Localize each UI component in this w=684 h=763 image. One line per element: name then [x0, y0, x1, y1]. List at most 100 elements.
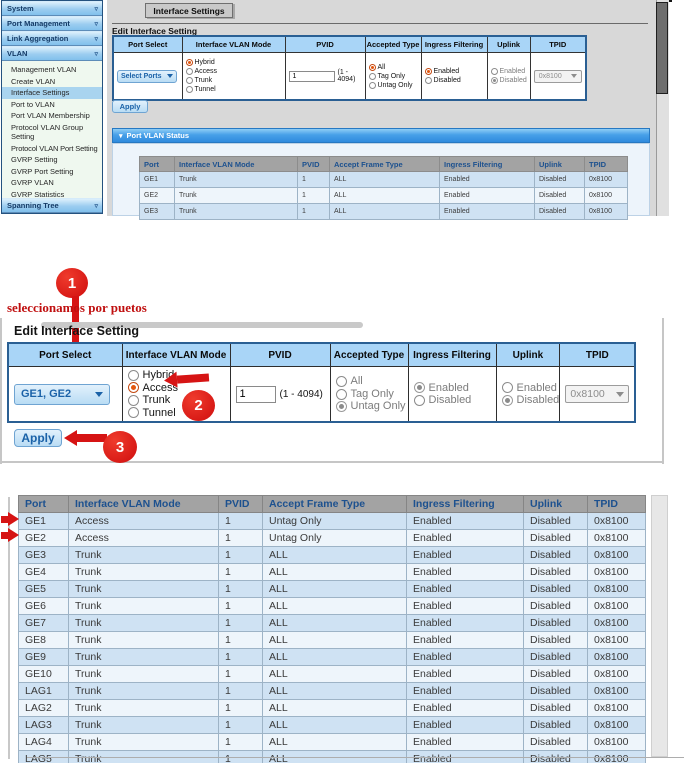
table-cell: Enabled	[407, 666, 524, 683]
scrollbar-thumb[interactable]	[656, 2, 668, 94]
table-cell: LAG4	[19, 734, 69, 751]
screenshot-canvas: System ▿ Port Management ▿ Link Aggregat…	[0, 0, 684, 763]
apply-button[interactable]: Apply	[112, 100, 148, 113]
sidebar-group-label: Link Aggregation	[7, 34, 68, 43]
radio-ingress-enabled[interactable]: Enabled	[425, 67, 484, 76]
arrow-left-to-access	[163, 369, 209, 388]
sidebar-item-gvrp-setting[interactable]: GVRP Setting	[2, 154, 102, 166]
ingress-filtering-cell: Enabled Disabled	[421, 53, 487, 101]
chevron-down-icon: ▿	[94, 202, 98, 210]
column-header: Ingress Filtering	[440, 157, 535, 172]
status-table: Port Interface VLAN Mode PVID Accept Fra…	[139, 156, 628, 220]
form-body-row: Select Ports Hybrid Access Trunk Tunnel …	[113, 53, 586, 101]
table-row: LAG1Trunk1ALLEnabledDisabled0x8100	[19, 683, 646, 700]
sidebar-group-link-aggregation[interactable]: Link Aggregation ▿	[2, 31, 102, 46]
port-vlan-status-bar[interactable]: ▾ Port VLAN Status	[112, 128, 650, 143]
scrollbar-track[interactable]	[651, 495, 668, 757]
step-1-badge: 1	[56, 268, 88, 298]
radio-uplink-enabled[interactable]: Enabled	[502, 382, 560, 395]
accepted-type-cell: All Tag Only Untag Only	[365, 53, 421, 101]
radio-access[interactable]: Access	[186, 67, 282, 76]
table-cell: ALL	[263, 683, 407, 700]
sidebar-group-vlan[interactable]: VLAN ▿	[2, 46, 102, 61]
column-header: Interface VLAN Mode	[69, 496, 219, 513]
arrow-right-icon	[8, 528, 19, 542]
form-header-row: Port Select Interface VLAN Mode PVID Acc…	[113, 36, 586, 53]
table-cell: ALL	[263, 666, 407, 683]
radio-tunnel[interactable]: Tunnel	[186, 85, 282, 94]
sidebar-group-system[interactable]: System ▿	[2, 1, 102, 16]
table-row: GE4Trunk1ALLEnabledDisabled0x8100	[19, 564, 646, 581]
sidebar-item-protocol-vlan-port-setting[interactable]: Protocol VLAN Port Setting	[2, 143, 102, 155]
radio-all[interactable]: All	[369, 63, 418, 72]
radio-trunk[interactable]: Trunk	[186, 76, 282, 85]
table-cell: 1	[219, 581, 263, 598]
column-header: TPID	[588, 496, 646, 513]
radio-icon	[369, 64, 376, 71]
sidebar-item-gvrp-vlan[interactable]: GVRP VLAN	[2, 177, 102, 189]
radio-ingress-enabled[interactable]: Enabled	[414, 382, 496, 395]
step-3-badge: 3	[103, 431, 137, 463]
table-cell: GE2	[140, 188, 175, 204]
column-header: Port Select	[113, 36, 182, 53]
screenshot-bottom-border	[0, 461, 664, 463]
table-cell: Enabled	[407, 547, 524, 564]
pvid-input[interactable]	[289, 71, 335, 82]
page-title-tab[interactable]: Interface Settings	[145, 3, 233, 18]
port-select-dropdown[interactable]: GE1, GE2	[14, 384, 110, 405]
form-body-row: GE1, GE2 Hybrid Access Trunk Tunnel (1 -…	[8, 367, 635, 423]
radio-tag-only[interactable]: Tag Only	[336, 388, 408, 401]
radio-uplink-disabled[interactable]: Disabled	[491, 76, 527, 85]
table-cell: 1	[219, 615, 263, 632]
table-row: GE7Trunk1ALLEnabledDisabled0x8100	[19, 615, 646, 632]
sidebar-group-multicast[interactable]: Multicast ▿	[2, 213, 102, 214]
radio-label: Tunnel	[195, 85, 216, 94]
table-cell: 1	[219, 632, 263, 649]
sidebar-group-spanning-tree[interactable]: Spanning Tree ▿	[2, 198, 102, 213]
radio-untag-only[interactable]: Untag Only	[336, 400, 408, 413]
pvid-input[interactable]	[236, 386, 276, 403]
apply-button-zoomed[interactable]: Apply	[14, 429, 62, 447]
sidebar-group-label: System	[7, 4, 34, 13]
radio-uplink-disabled[interactable]: Disabled	[502, 394, 560, 407]
radio-uplink-enabled[interactable]: Enabled	[491, 67, 527, 76]
table-row: GE9Trunk1ALLEnabledDisabled0x8100	[19, 649, 646, 666]
radio-all[interactable]: All	[336, 375, 408, 388]
radio-label: Enabled	[434, 67, 460, 76]
radio-tag-only[interactable]: Tag Only	[369, 72, 418, 81]
arrow-right-icon	[8, 512, 19, 526]
radio-hybrid[interactable]: Hybrid	[186, 58, 282, 67]
sidebar-item-port-to-vlan[interactable]: Port to VLAN	[2, 99, 102, 111]
edit-section-heading: Edit Interface Setting	[14, 324, 139, 338]
table-cell: Enabled	[407, 734, 524, 751]
radio-ingress-disabled[interactable]: Disabled	[414, 394, 496, 407]
table-cell: Enabled	[407, 700, 524, 717]
caret-down-icon	[616, 392, 624, 397]
port-select-dropdown[interactable]: Select Ports	[117, 70, 177, 83]
chevron-down-icon: ▿	[94, 35, 98, 43]
column-header: Port Select	[8, 343, 122, 367]
table-cell: Disabled	[524, 530, 588, 547]
tpid-select[interactable]: 0x8100	[565, 385, 629, 403]
sidebar-item-management-vlan[interactable]: Management VLAN	[2, 64, 102, 76]
radio-untag-only[interactable]: Untag Only	[369, 81, 418, 90]
sidebar-item-port-vlan-membership[interactable]: Port VLAN Membership	[2, 110, 102, 122]
radio-ingress-disabled[interactable]: Disabled	[425, 76, 484, 85]
table-cell: 1	[219, 734, 263, 751]
sidebar-group-port-management[interactable]: Port Management ▿	[2, 16, 102, 31]
table-header-row: Port Interface VLAN Mode PVID Accept Fra…	[19, 496, 646, 513]
screenshot-right-border	[662, 318, 664, 464]
sidebar-item-interface-settings[interactable]: Interface Settings	[2, 87, 102, 99]
table-cell: Disabled	[535, 188, 585, 204]
tpid-select[interactable]: 0x8100	[534, 70, 582, 83]
sidebar-item-protocol-vlan-group-setting[interactable]: Protocol VLAN Group Setting	[2, 122, 93, 143]
port-select-cell: Select Ports	[113, 53, 182, 101]
sidebar-item-gvrp-port-setting[interactable]: GVRP Port Setting	[2, 166, 102, 178]
table-cell: Trunk	[69, 632, 219, 649]
radio-icon	[502, 382, 513, 393]
sidebar-item-create-vlan[interactable]: Create VLAN	[2, 76, 102, 88]
table-cell: Disabled	[524, 700, 588, 717]
table-row: GE1Access1Untag OnlyEnabledDisabled0x810…	[19, 513, 646, 530]
table-cell: Trunk	[69, 666, 219, 683]
table-cell: GE4	[19, 564, 69, 581]
